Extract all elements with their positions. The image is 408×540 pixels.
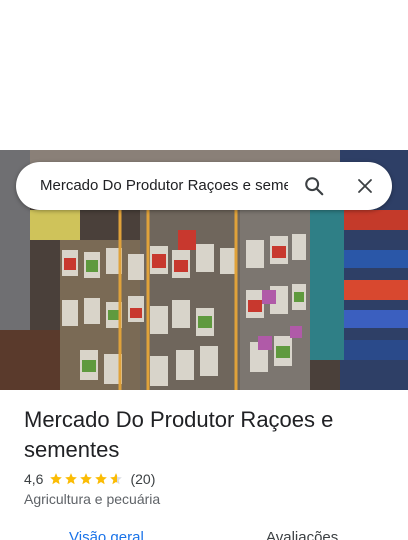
star-icon <box>95 473 108 485</box>
review-count[interactable]: (20) <box>130 471 155 487</box>
place-title: Mercado Do Produtor Raçoes e sementes <box>24 407 334 462</box>
rating-row[interactable]: 4,6 (20) <box>24 469 155 489</box>
search-bar[interactable]: Mercado Do Produtor Raçoes e sementes <box>16 162 392 210</box>
rating-value: 4,6 <box>24 471 44 487</box>
tab-overview[interactable]: Visão geral <box>69 529 144 540</box>
star-icon <box>110 473 123 485</box>
map-area-blank <box>0 0 408 150</box>
place-category[interactable]: Agricultura e pecuária <box>24 491 160 507</box>
search-icon[interactable] <box>294 162 334 210</box>
rating-stars <box>49 472 124 486</box>
search-query[interactable]: Mercado Do Produtor Raçoes e sementes <box>40 162 288 210</box>
tab-reviews[interactable]: Avaliações <box>266 529 338 540</box>
star-icon <box>65 473 78 485</box>
star-icon <box>80 473 93 485</box>
close-icon[interactable] <box>345 162 385 210</box>
star-icon <box>50 473 63 485</box>
